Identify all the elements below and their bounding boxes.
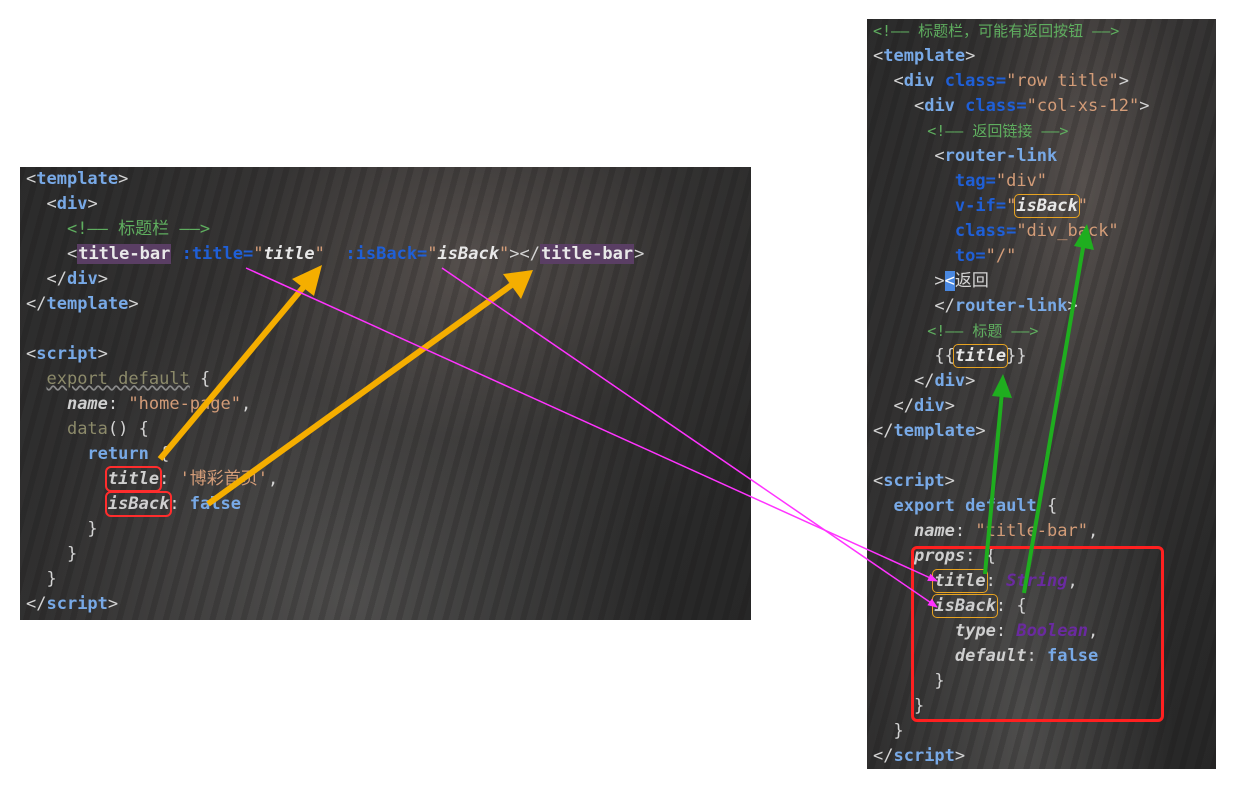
annotation-arrows — [157, 224, 1094, 608]
orange-arrow-title — [157, 265, 322, 461]
green-arrow-isback — [1022, 224, 1094, 594]
magenta-arrow-title — [245, 267, 938, 582]
orange-arrow-isback — [206, 270, 533, 507]
magenta-arrow-isback — [441, 267, 938, 608]
green-arrow-title — [983, 374, 1012, 575]
